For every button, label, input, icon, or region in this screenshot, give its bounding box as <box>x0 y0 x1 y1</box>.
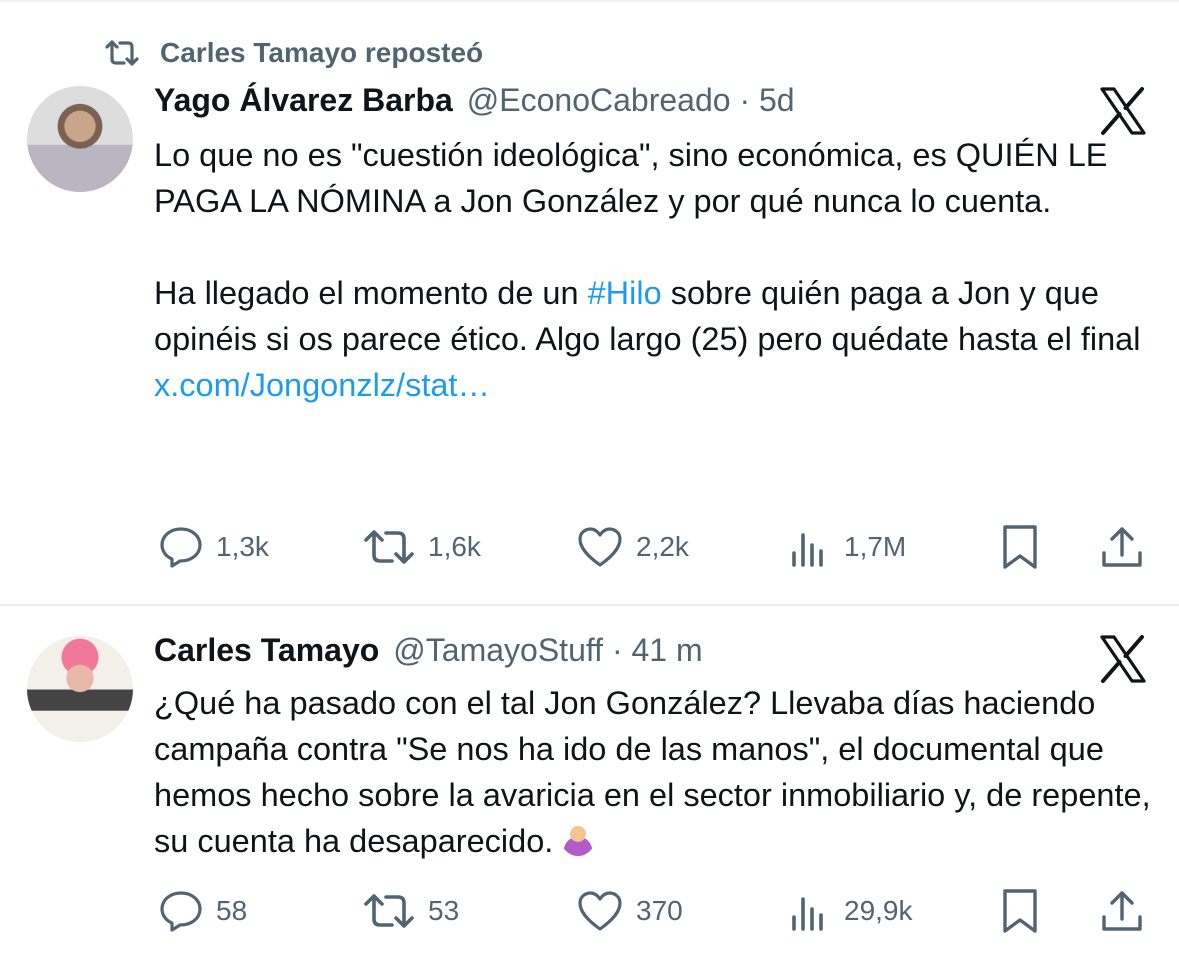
action-bar: 58 53 370 29,9k <box>0 886 1179 936</box>
top-border <box>0 0 1179 2</box>
reply-icon <box>160 527 202 568</box>
bookmark-button[interactable] <box>998 886 1042 936</box>
views-button[interactable]: 29,9k <box>788 886 913 936</box>
reply-icon <box>160 891 202 932</box>
repost-icon <box>364 894 414 928</box>
repost-count: 1,6k <box>428 531 481 562</box>
handle-and-time[interactable]: @TamayoStuff · 41 m <box>393 632 702 669</box>
tweet-divider <box>0 604 1179 606</box>
author-name[interactable]: Yago Álvarez Barba <box>154 82 453 119</box>
person-shrugging-emoji-icon <box>561 822 596 856</box>
bookmark-button[interactable] <box>998 522 1042 572</box>
handle-and-time[interactable]: @EconoCabreado · 5d <box>467 82 795 119</box>
tweet-paragraph: ¿Qué ha pasado con el tal Jon González? … <box>154 680 1164 864</box>
text-segment: Ha llegado el momento de un <box>154 275 588 311</box>
reply-count: 1,3k <box>216 531 269 562</box>
tweet-text: ¿Qué ha pasado con el tal Jon González? … <box>154 680 1164 864</box>
views-icon <box>792 897 823 931</box>
repost-icon <box>105 40 139 66</box>
bookmark-icon <box>1003 525 1037 569</box>
repost-button[interactable]: 1,6k <box>362 522 481 572</box>
share-button[interactable] <box>1098 886 1146 936</box>
share-icon <box>1102 891 1142 931</box>
views-count: 29,9k <box>844 895 913 926</box>
reply-button[interactable]: 58 <box>158 886 247 936</box>
tweet-header: Yago Álvarez Barba @EconoCabreado · 5d <box>154 82 795 119</box>
reply-button[interactable]: 1,3k <box>158 522 269 572</box>
text-segment: ¿Qué ha pasado con el tal Jon González? … <box>154 685 1151 859</box>
tweet-header: Carles Tamayo @TamayoStuff · 41 m <box>154 632 703 669</box>
share-button[interactable] <box>1098 522 1146 572</box>
like-icon <box>578 891 622 931</box>
reply-count: 58 <box>216 895 248 926</box>
tweet-url-link[interactable]: x.com/Jongonzlz/stat… <box>154 367 490 403</box>
views-icon <box>792 533 823 567</box>
action-bar: 1,3k 1,6k 2,2k 1,7M <box>0 522 1179 572</box>
tweet-paragraph: Lo que no es "cuestión ideológica", sino… <box>154 137 1108 219</box>
like-icon <box>578 527 622 567</box>
views-button[interactable]: 1,7M <box>788 522 906 572</box>
author-name[interactable]: Carles Tamayo <box>154 632 379 669</box>
avatar[interactable] <box>27 86 133 192</box>
views-count: 1,7M <box>844 531 907 562</box>
avatar[interactable] <box>27 636 133 742</box>
bookmark-icon <box>1003 889 1037 933</box>
like-button[interactable]: 370 <box>576 886 683 936</box>
like-button[interactable]: 2,2k <box>576 522 689 572</box>
share-icon <box>1102 527 1142 567</box>
hashtag-link[interactable]: #Hilo <box>588 275 662 311</box>
repost-count: 53 <box>428 895 460 926</box>
repost-label: Carles Tamayo reposteó <box>160 37 484 68</box>
repost-indicator[interactable]: Carles Tamayo reposteó <box>104 30 483 76</box>
tweet-text: Lo que no es "cuestión ideológica", sino… <box>154 132 1164 408</box>
repost-button[interactable]: 53 <box>362 886 459 936</box>
like-count: 370 <box>636 895 683 926</box>
x-logo-icon[interactable] <box>1098 86 1148 136</box>
like-count: 2,2k <box>636 531 689 562</box>
repost-icon <box>364 530 414 564</box>
tweet-paragraph: Ha llegado el momento de un #Hilo sobre … <box>154 270 1164 362</box>
x-logo-icon[interactable] <box>1098 634 1148 684</box>
